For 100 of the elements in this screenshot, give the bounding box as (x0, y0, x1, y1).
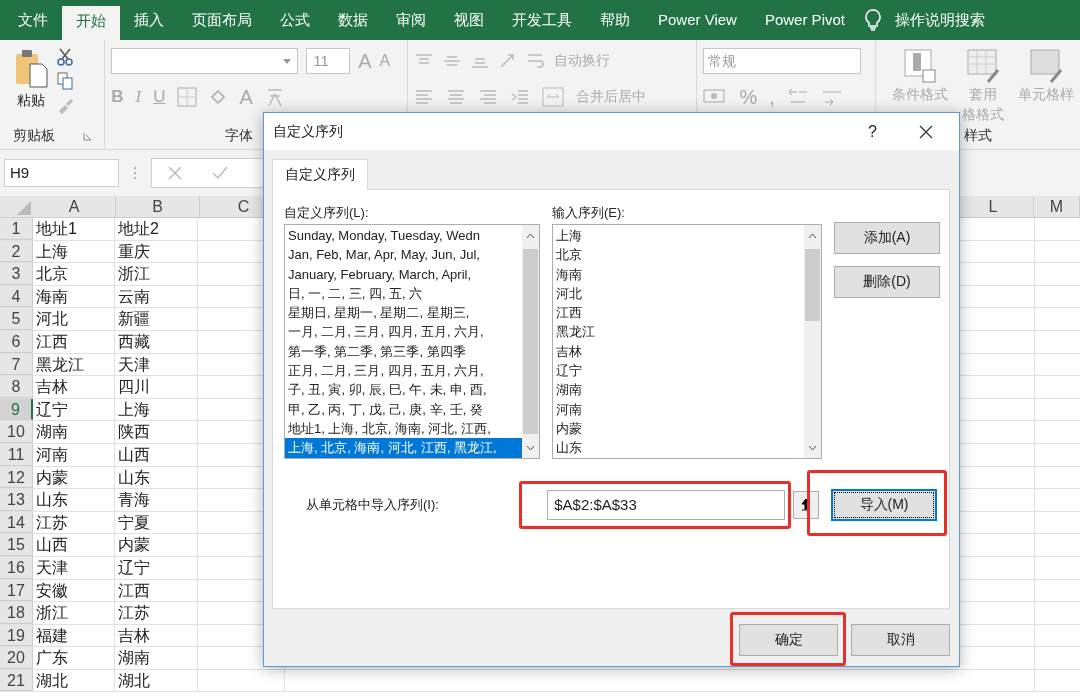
table-cell: 地址2 (115, 218, 198, 240)
row-header[interactable]: 14 (0, 511, 33, 534)
row-header[interactable]: 15 (0, 534, 33, 556)
tell-me-search[interactable]: 操作说明搜索 (881, 0, 999, 40)
wrap-text-icon[interactable] (525, 52, 546, 70)
row-header[interactable]: 9 (0, 398, 33, 421)
row-header[interactable]: 12 (0, 466, 33, 489)
dropdown-icon[interactable] (283, 59, 292, 64)
table-format-icon[interactable] (966, 48, 1000, 84)
ok-button[interactable]: 确定 (739, 624, 838, 656)
conditional-format-icon[interactable] (903, 48, 937, 84)
close-icon[interactable] (919, 124, 933, 139)
table-cell: 天津 (115, 353, 198, 376)
cancel-icon[interactable] (168, 166, 182, 180)
font-name-field[interactable] (111, 48, 299, 74)
align-middle-icon[interactable] (441, 53, 462, 69)
clipboard-icon[interactable] (14, 48, 48, 88)
name-box[interactable]: H9 (4, 159, 119, 187)
indent-icon[interactable] (509, 89, 530, 105)
row-header[interactable]: 4 (0, 285, 33, 308)
table-cell: 吉林 (115, 624, 198, 647)
scrollbar[interactable] (522, 225, 539, 458)
list-item[interactable]: Sunday, Monday, Tuesday, Wedn (285, 226, 522, 246)
merge-icon[interactable] (541, 87, 564, 107)
entries-box[interactable]: 上海 北京 海南 河北 江西 黑龙江 吉林 辽宁 湖南 河南 内蒙 山东 (552, 224, 822, 459)
row-header[interactable]: 13 (0, 489, 33, 511)
row-header[interactable]: 18 (0, 602, 33, 624)
dialog-button[interactable]: 添加(A) (834, 222, 940, 254)
align-center-icon[interactable] (445, 89, 466, 105)
ribbon-tab[interactable]: 页面布局 (178, 0, 266, 40)
scrollbar[interactable] (804, 225, 821, 458)
row-header[interactable]: 8 (0, 376, 33, 398)
paste-label[interactable]: 粘贴 (17, 92, 45, 110)
list-item[interactable]: 日, 一, 二, 三, 四, 五, 六 (285, 283, 522, 304)
row-header[interactable]: 16 (0, 556, 33, 579)
list-entry: 内蒙 (555, 419, 583, 438)
list-item[interactable]: January, February, March, April, (285, 264, 522, 284)
ribbon-tab[interactable]: 插入 (120, 0, 178, 40)
ribbon-tab[interactable]: 数据 (324, 0, 382, 40)
table-cell: 云南 (115, 285, 198, 308)
list-item[interactable]: 甲, 乙, 丙, 丁, 戊, 己, 庚, 辛, 壬, 癸 (285, 399, 522, 419)
help-button[interactable]: ? (868, 122, 877, 141)
cell-styles-icon[interactable] (1029, 48, 1063, 84)
row-header[interactable]: 19 (0, 624, 33, 647)
dialog-tab[interactable]: 自定义序列 (272, 159, 368, 190)
table-cell: 吉林 (33, 376, 115, 398)
select-all-icon[interactable] (17, 201, 31, 215)
row-header[interactable]: 2 (0, 240, 33, 263)
row-header[interactable]: 17 (0, 579, 33, 602)
column-header[interactable]: M (1034, 196, 1080, 217)
ribbon-tab[interactable]: Power Pivot (750, 0, 859, 40)
drag-handle-icon[interactable] (133, 166, 137, 180)
list-item[interactable]: 正月, 二月, 三月, 四月, 五月, 六月, (285, 361, 522, 381)
table-cell: 浙江 (33, 602, 115, 624)
range-field[interactable]: $A$2:$A$33 (547, 490, 786, 520)
list-entry: 江西 (555, 304, 583, 323)
list-item[interactable]: 第一季, 第二季, 第三季, 第四季 (285, 341, 522, 362)
list-label: 输入序列(E): (552, 204, 626, 222)
column-header[interactable]: A (33, 196, 116, 217)
list-item[interactable]: 星期日, 星期一, 星期二, 星期三, (285, 303, 522, 323)
dialog-button[interactable]: 删除(D) (834, 266, 940, 298)
row-header[interactable]: 7 (0, 353, 33, 376)
list-item[interactable]: Jan, Feb, Mar, Apr, May, Jun, Jul, (285, 245, 522, 265)
row-header[interactable]: 21 (0, 669, 33, 692)
scissors-icon[interactable] (56, 48, 74, 66)
row-header[interactable]: 6 (0, 330, 33, 353)
list-entry: 河南 (555, 400, 583, 419)
ribbon-tab[interactable]: Power View (644, 0, 751, 40)
ribbon-tab[interactable]: 开始 (62, 6, 120, 40)
align-left-icon[interactable] (413, 89, 434, 105)
row-header[interactable]: 3 (0, 263, 33, 285)
row-header[interactable]: 20 (0, 647, 33, 669)
row-header[interactable]: 11 (0, 443, 33, 466)
row-header[interactable]: 1 (0, 218, 33, 240)
row-header[interactable]: 10 (0, 421, 33, 443)
ribbon-tab[interactable]: 文件 (4, 0, 62, 40)
launcher-icon[interactable] (82, 131, 92, 141)
table-cell: 地址1 (33, 218, 115, 240)
ribbon-tab[interactable]: 开发工具 (498, 0, 586, 40)
cancel-button[interactable]: 取消 (851, 624, 950, 656)
check-icon[interactable] (212, 166, 228, 180)
list-item[interactable]: 子, 丑, 寅, 卯, 辰, 巳, 午, 未, 申, 酉, (285, 380, 522, 400)
currency-icon[interactable] (703, 88, 728, 106)
ribbon-tab[interactable]: 公式 (266, 0, 324, 40)
copy-icon[interactable] (56, 72, 74, 90)
table-cell: 青海 (115, 489, 198, 511)
ribbon-tab[interactable]: 审阅 (382, 0, 440, 40)
ribbon-tab[interactable]: 帮助 (586, 0, 644, 40)
list-item[interactable]: 一月, 二月, 三月, 四月, 五月, 六月, (285, 322, 522, 342)
import-button[interactable]: 导入(M) (831, 489, 937, 521)
list-item[interactable]: 地址1, 上海, 北京, 海南, 河北, 江西, (285, 418, 522, 439)
column-header[interactable]: B (116, 196, 200, 217)
row-header[interactable]: 5 (0, 308, 33, 330)
table-cell: 福建 (33, 624, 115, 647)
ribbon-tab[interactable]: 视图 (440, 0, 498, 40)
custom-lists-box[interactable] (284, 224, 540, 459)
upload-arrow-icon[interactable] (801, 498, 812, 512)
align-right-icon[interactable] (477, 89, 498, 105)
list-item[interactable]: 上海, 北京, 海南, 河北, 江西, 黑龙江, (285, 438, 522, 458)
borders-icon[interactable] (177, 87, 198, 107)
